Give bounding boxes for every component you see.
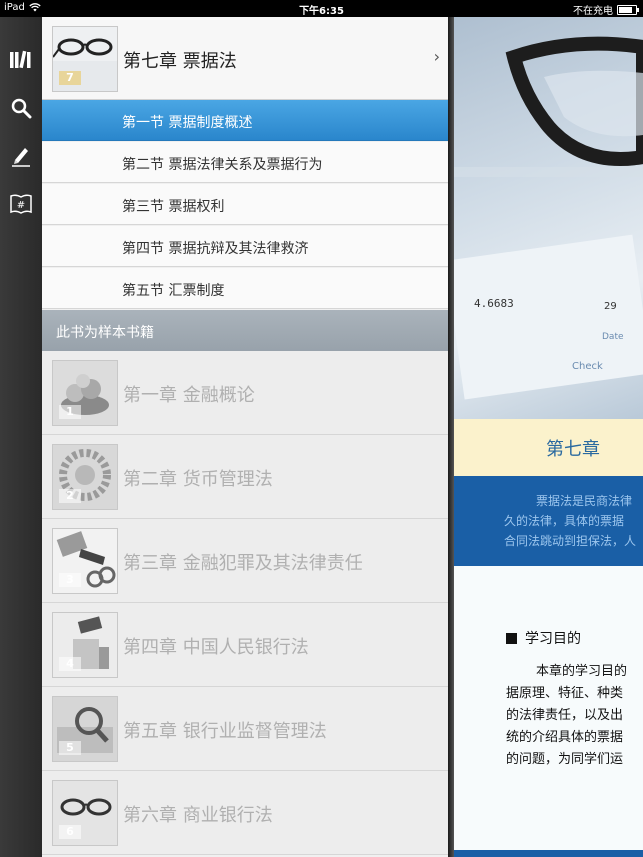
svg-text:4.6683: 4.6683 bbox=[474, 297, 514, 310]
chapter-list-item[interactable]: 1 第一章 金融概论 bbox=[42, 351, 448, 435]
chevron-right-icon: › bbox=[433, 47, 440, 66]
chapter-thumbnail: 4 bbox=[52, 612, 118, 678]
section-item[interactable]: 第一节 票据制度概述 bbox=[42, 100, 448, 141]
chapter-cover-photo: 4.6683 29 Date Check bbox=[454, 17, 643, 419]
section-item[interactable]: 第三节 票据权利 bbox=[42, 184, 448, 225]
chapter-title: 第四章 中国人民银行法 bbox=[123, 637, 309, 658]
chapter-menu: 7 第七章 票据法 › 第一节 票据制度概述 第二节 票据法律关系及票据行为 第… bbox=[42, 17, 448, 857]
chapter-thumbnail: 7 bbox=[52, 26, 118, 92]
page-bottom-bar bbox=[454, 850, 643, 857]
section-item[interactable]: 第二节 票据法律关系及票据行为 bbox=[42, 142, 448, 183]
pencil-icon[interactable] bbox=[6, 141, 36, 171]
objectives-heading: 学习目的 bbox=[506, 628, 581, 648]
chapter-title: 第六章 商业银行法 bbox=[123, 805, 273, 826]
chapter-list-item[interactable]: 5 第五章 银行业监督管理法 bbox=[42, 687, 448, 771]
page-chapter-band: 第七章 bbox=[454, 419, 643, 476]
sample-notice: 此书为样本书籍 bbox=[56, 325, 154, 341]
square-bullet-icon bbox=[506, 633, 517, 644]
library-icon[interactable] bbox=[6, 45, 36, 75]
chapter-thumbnail: 3 bbox=[52, 528, 118, 594]
svg-text:29: 29 bbox=[604, 301, 617, 312]
search-icon[interactable] bbox=[6, 93, 36, 123]
side-toolbar: # bbox=[0, 17, 42, 857]
status-time: 下午6:35 bbox=[299, 6, 344, 17]
bookmark-hash-icon[interactable]: # bbox=[6, 189, 36, 219]
chapter-title: 第五章 银行业监督管理法 bbox=[123, 721, 327, 742]
chapter-title: 第一章 金融概论 bbox=[123, 385, 255, 406]
svg-text:Date: Date bbox=[602, 332, 624, 342]
svg-text:#: # bbox=[17, 200, 25, 211]
chapter-list-item[interactable]: 4 第四章 中国人民银行法 bbox=[42, 603, 448, 687]
page-chapter-label: 第七章 bbox=[546, 439, 600, 460]
charging-status: 不在充电 bbox=[573, 6, 613, 17]
battery-icon bbox=[617, 4, 639, 15]
chapter-title: 第七章 票据法 bbox=[123, 51, 237, 72]
section-item[interactable]: 第五节 汇票制度 bbox=[42, 268, 448, 309]
chapter-number: 7 bbox=[59, 71, 81, 85]
section-item[interactable]: 第四节 票据抗辩及其法律救济 bbox=[42, 226, 448, 267]
chapter-list-item[interactable]: 3 第三章 金融犯罪及其法律责任 bbox=[42, 519, 448, 603]
chapter-title: 第三章 金融犯罪及其法律责任 bbox=[123, 553, 363, 574]
current-chapter-header[interactable]: 7 第七章 票据法 › bbox=[42, 17, 448, 100]
page-body: 学习目的 本章的学习目的 据原理、特征、种类 的法律责任，以及出 统的介绍具体的… bbox=[454, 566, 643, 857]
status-bar: iPad 下午6:35 不在充电 bbox=[0, 0, 643, 17]
chapter-thumbnail: 5 bbox=[52, 696, 118, 762]
chapter-thumbnail: 2 bbox=[52, 444, 118, 510]
chapter-list-item[interactable]: 2 第二章 货币管理法 bbox=[42, 435, 448, 519]
book-page[interactable]: 4.6683 29 Date Check 第七章 票据法是民商法律 久的法律，具… bbox=[448, 17, 643, 857]
chapter-thumbnail: 1 bbox=[52, 360, 118, 426]
chapter-intro-box: 票据法是民商法律 久的法律，具体的票据 合同法跳动到担保法，人 bbox=[454, 476, 643, 566]
svg-text:Check: Check bbox=[572, 361, 603, 372]
sample-notice-bar: 此书为样本书籍 bbox=[42, 310, 448, 351]
chapter-title: 第二章 货币管理法 bbox=[123, 469, 273, 490]
chapter-list-item[interactable]: 6 第六章 商业银行法 bbox=[42, 771, 448, 855]
chapter-thumbnail: 6 bbox=[52, 780, 118, 846]
